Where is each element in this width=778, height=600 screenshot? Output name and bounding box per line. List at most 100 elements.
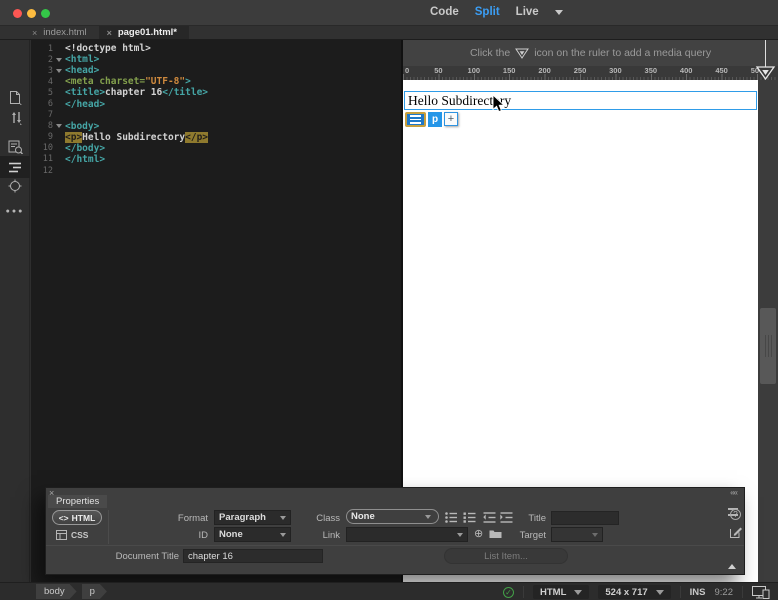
tag-selector-item[interactable]: p	[82, 584, 107, 599]
help-icon[interactable]: ?	[730, 509, 741, 520]
close-tab-icon[interactable]: ×	[107, 28, 112, 38]
line-number: 12	[31, 166, 53, 176]
ruler-label: 450	[715, 66, 728, 75]
selected-paragraph[interactable]: Hello Subdirectory	[404, 91, 757, 110]
live-view-dropdown-icon[interactable]	[555, 10, 563, 15]
code-segment: <body>	[65, 121, 99, 132]
title-label: Title	[504, 513, 546, 524]
code-segment: <html>	[65, 54, 99, 65]
document-tab[interactable]: ×page01.html*	[99, 26, 189, 39]
code-line[interactable]: 4<meta charset="UTF-8">	[31, 76, 401, 87]
format-label: Format	[142, 513, 208, 524]
document-tabbar: × index.html ×page01.html*	[0, 26, 778, 40]
close-tab-icon[interactable]: ×	[32, 28, 37, 38]
outdent-icon[interactable]	[483, 512, 496, 523]
code-line[interactable]: 9<p>Hello Subdirectory</p>	[31, 132, 401, 143]
document-title-field[interactable]: chapter 16	[183, 549, 323, 563]
line-number: 1	[31, 44, 53, 54]
file-management-icon[interactable]	[0, 106, 30, 128]
target-dropdown[interactable]	[551, 527, 603, 542]
minimize-window-button[interactable]	[27, 9, 36, 18]
view-size-dropdown[interactable]: 524 x 717	[598, 585, 670, 599]
code-text: <p>Hello Subdirectory</p>	[65, 132, 208, 143]
unordered-list-icon[interactable]	[445, 512, 458, 523]
line-number: 2	[31, 55, 53, 65]
document-tab[interactable]: × index.html	[24, 26, 99, 39]
close-window-button[interactable]	[13, 9, 22, 18]
point-to-file-icon[interactable]: ⊕	[474, 527, 483, 540]
code-segment: >	[185, 76, 191, 87]
add-element-button[interactable]: +	[444, 112, 458, 126]
code-line[interactable]: 2 <html>	[31, 54, 401, 65]
collapse-panel-icon[interactable]: ««	[730, 488, 737, 497]
code-line[interactable]: 12	[31, 165, 401, 176]
css-mode-button[interactable]: CSS	[56, 528, 88, 542]
fold-arrow-icon[interactable]	[56, 58, 62, 62]
code-line[interactable]: 11</html>	[31, 154, 401, 165]
fold-arrow-icon[interactable]	[56, 69, 62, 73]
mq-hint-text-after: icon on the ruler to add a media query	[534, 47, 711, 59]
code-line[interactable]: 3<head>	[31, 65, 401, 76]
code-text: <html>	[65, 54, 99, 65]
format-dropdown[interactable]: Paragraph	[214, 510, 291, 525]
more-options-icon[interactable]: ●●●	[0, 200, 30, 222]
ruler-label: 50	[434, 66, 442, 75]
split-view-button[interactable]: Split	[475, 6, 500, 18]
element-tag-label[interactable]: p	[428, 112, 442, 127]
class-dropdown[interactable]: None	[346, 509, 439, 524]
id-label: ID	[142, 530, 208, 541]
code-line[interactable]: 6 </head>	[31, 98, 401, 109]
ruler-label: 400	[680, 66, 693, 75]
zoom-window-button[interactable]	[41, 9, 50, 18]
id-dropdown[interactable]: None	[214, 527, 291, 542]
doctype-dropdown[interactable]: HTML	[533, 585, 589, 599]
code-segment: </title>	[162, 87, 208, 98]
live-view-button[interactable]: Live	[516, 6, 539, 18]
element-format-button[interactable]	[405, 112, 426, 127]
ordered-list-icon[interactable]	[463, 512, 476, 523]
view-mode-switcher: Code Split Live	[430, 6, 563, 18]
device-preview-icon[interactable]	[752, 586, 770, 599]
code-line[interactable]: 8<body>	[31, 121, 401, 132]
ruler-label: 250	[574, 66, 587, 75]
list-item-button[interactable]: List Item...	[444, 548, 568, 564]
ruler-label: 200	[538, 66, 551, 75]
open-documents-icon[interactable]	[0, 86, 30, 108]
html-mode-button[interactable]: <> HTML	[52, 510, 102, 525]
line-number: 5	[31, 88, 53, 98]
dreamweaver-window: Code Split Live × index.html ×page01.html*…	[0, 0, 778, 600]
live-source-icon[interactable]	[0, 136, 30, 158]
ruler-label: 100	[468, 66, 481, 75]
edit-icon[interactable]	[730, 526, 742, 538]
inspect-icon[interactable]	[0, 175, 30, 197]
code-text: </body>	[65, 143, 105, 154]
line-number: 7	[31, 110, 53, 120]
title-field[interactable]	[551, 511, 619, 525]
fold-gutter[interactable]	[53, 69, 65, 73]
viewport-resize-handle[interactable]	[760, 308, 776, 384]
ruler-label: 300	[609, 66, 622, 75]
code-segment: <p>	[65, 132, 82, 143]
link-combo[interactable]	[346, 527, 468, 542]
code-line[interactable]: 10</body>	[31, 143, 401, 154]
collapse-panel-arrow-icon[interactable]	[728, 564, 736, 569]
code-view-button[interactable]: Code	[430, 6, 459, 18]
media-query-icon	[515, 48, 529, 59]
validation-ok-icon[interactable]: ✓	[503, 587, 514, 598]
divider	[523, 586, 524, 598]
properties-tab[interactable]: Properties	[48, 495, 107, 508]
fold-arrow-icon[interactable]	[56, 124, 62, 128]
tab-label: index.html	[43, 27, 86, 38]
tag-selector-item[interactable]: body	[36, 584, 77, 599]
code-line[interactable]: 1<!doctype html>	[31, 43, 401, 54]
line-number: 6	[31, 99, 53, 109]
statusbar: bodyp ✓ HTML 524 x 717 INS 9:22	[0, 582, 778, 600]
panel-divider	[108, 510, 109, 544]
add-media-query-marker[interactable]	[755, 66, 776, 80]
fold-gutter[interactable]	[53, 124, 65, 128]
code-line[interactable]: 7	[31, 110, 401, 121]
code-segment: </head>	[65, 99, 105, 110]
ruler[interactable]: 050100150200250300350400450500	[403, 66, 778, 80]
fold-gutter[interactable]	[53, 58, 65, 62]
code-line[interactable]: 5<title>chapter 16</title>	[31, 87, 401, 98]
